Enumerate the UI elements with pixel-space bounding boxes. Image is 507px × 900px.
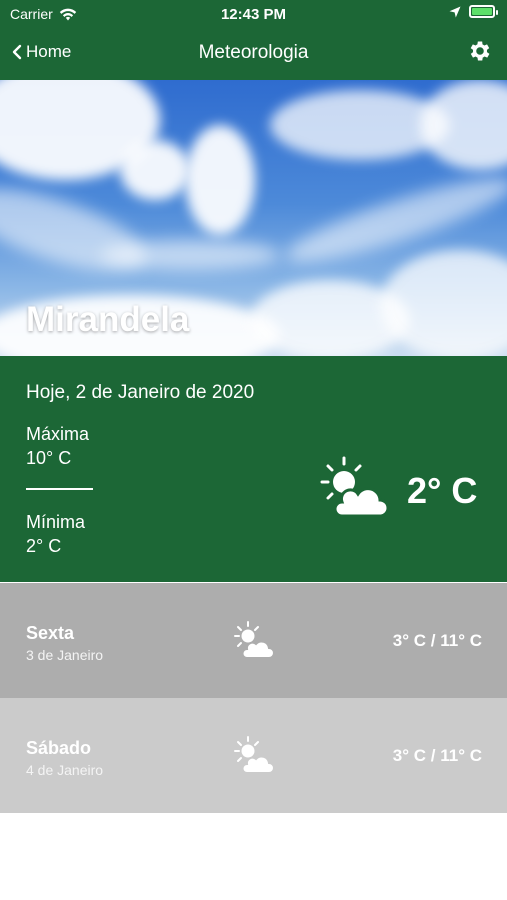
divider	[26, 488, 93, 490]
forecast-date: 3 de Janeiro	[26, 647, 104, 663]
partly-cloudy-icon	[320, 456, 388, 518]
page-title: Meteorologia	[198, 42, 309, 63]
max-value: 10° C	[26, 448, 72, 468]
max-label: Máxima	[26, 424, 90, 444]
status-time: 12:43 PM	[220, 6, 287, 23]
today-date: Hoje, 2 de Janeiro de 2020	[26, 382, 255, 403]
location-arrow-icon	[449, 6, 461, 17]
forecast-day: Sexta	[26, 623, 75, 643]
partly-cloudy-icon	[234, 621, 274, 659]
status-bar: Carrier 12:43 PM	[0, 0, 507, 28]
city-name: Mirandela	[26, 300, 190, 339]
status-right	[449, 5, 498, 18]
current-temperature: 2° C	[407, 470, 478, 511]
gear-icon[interactable]	[467, 38, 493, 64]
forecast-range: 3° C / 11° C	[392, 746, 482, 765]
min-value: 2° C	[26, 536, 62, 556]
today-panel: Hoje, 2 de Janeiro de 2020 Máxima 10° C …	[0, 356, 507, 582]
battery-icon	[469, 5, 498, 18]
forecast-date: 4 de Janeiro	[26, 762, 104, 778]
forecast-row[interactable]: Sexta 3 de Janeiro 3° C / 11° C	[0, 583, 507, 698]
min-label: Mínima	[26, 512, 86, 532]
forecast-row[interactable]: Sábado 4 de Janeiro 3° C / 11° C	[0, 698, 507, 813]
partly-cloudy-icon	[234, 736, 274, 774]
forecast-day: Sábado	[26, 738, 92, 758]
top-bar: Carrier 12:43 PM Home Meteorologia	[0, 0, 507, 80]
forecast-range: 3° C / 11° C	[392, 631, 482, 650]
city-hero-image: Mirandela	[0, 80, 507, 356]
navigation-bar: Home Meteorologia	[0, 28, 507, 76]
